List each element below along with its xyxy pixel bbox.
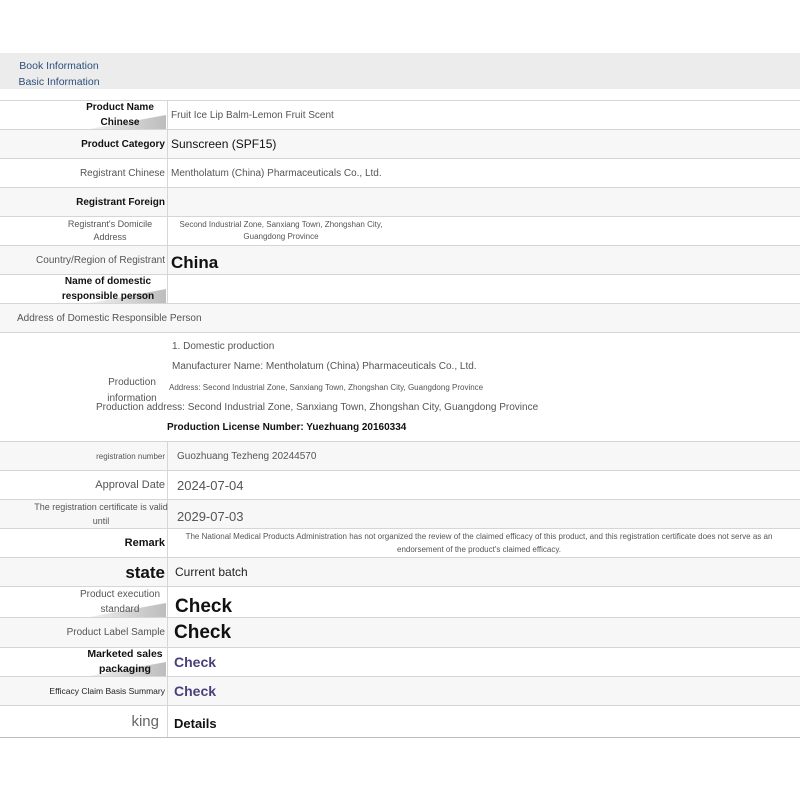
value-cell: 2024-07-04 xyxy=(177,471,794,499)
value-product-name: Fruit Ice Lip Balm-Lemon Fruit Scent xyxy=(171,109,334,121)
row-execution-standard: Product execution standard Check xyxy=(0,587,800,618)
row-domestic-address: Address of Domestic Responsible Person xyxy=(0,304,800,333)
label-cell: Product Name Chinese xyxy=(0,101,168,129)
value-cell: Current batch xyxy=(175,558,794,586)
value-cell: 2029-07-03 xyxy=(177,500,794,528)
label-state: state xyxy=(125,562,165,582)
production-line-5: Production License Number: Yuezhuang 201… xyxy=(167,422,407,433)
value-product-category: Sunscreen (SPF15) xyxy=(171,137,277,151)
label-cell: Product execution standard xyxy=(0,587,168,617)
label-domestic-address: Address of Domestic Responsible Person xyxy=(17,312,202,324)
row-production: Production information 1. Domestic produ… xyxy=(0,333,800,442)
label-efficacy-summary: Efficacy Claim Basis Summary xyxy=(49,685,165,696)
row-registrant-foreign: Registrant Foreign xyxy=(0,188,800,217)
value-cell: Guozhuang Tezheng 20244570 xyxy=(177,442,794,470)
row-registration-number: registration number Guozhuang Tezheng 20… xyxy=(0,442,800,471)
row-registrant-domicile: Registrant's Domicile Address Second Ind… xyxy=(0,217,800,246)
info-table: Product Name Chinese Fruit Ice Lip Balm-… xyxy=(0,100,800,738)
value-cell: China xyxy=(171,246,794,274)
value-cell: Fruit Ice Lip Balm-Lemon Fruit Scent xyxy=(171,101,794,129)
value-registrant-domicile: Second Industrial Zone, Sanxiang Town, Z… xyxy=(179,220,383,241)
value-cell: Check xyxy=(174,618,794,647)
row-product-name: Product Name Chinese Fruit Ice Lip Balm-… xyxy=(0,101,800,130)
label-product-name: Product Name Chinese xyxy=(86,102,154,128)
value-cell: Second Industrial Zone, Sanxiang Town, Z… xyxy=(171,217,391,245)
label-cell: king xyxy=(0,706,168,737)
label-approval-date: Approval Date xyxy=(95,478,165,491)
row-label-sample: Product Label Sample Check xyxy=(0,618,800,648)
details-link[interactable]: Details xyxy=(174,716,217,731)
label-registrant-domicile: Registrant's Domicile Address xyxy=(67,219,153,242)
label-cell: Registrant's Domicile Address xyxy=(0,217,168,245)
row-product-category: Product Category Sunscreen (SPF15) xyxy=(0,130,800,159)
row-valid-until: The registration certificate is valid un… xyxy=(0,500,800,529)
row-king: king Details xyxy=(0,706,800,738)
label-cell: Marketed sales packaging xyxy=(0,648,168,676)
link-efficacy-summary[interactable]: Check xyxy=(174,683,216,699)
label-cell: Registrant Chinese xyxy=(0,159,168,187)
value-valid-until: 2029-07-03 xyxy=(177,508,244,524)
label-cell: Address of Domestic Responsible Person xyxy=(0,304,202,332)
label-registrant-chinese: Registrant Chinese xyxy=(79,167,165,179)
row-country: Country/Region of Registrant China xyxy=(0,246,800,275)
value-registration-number: Guozhuang Tezheng 20244570 xyxy=(177,450,317,462)
label-cell: Name of domestic responsible person xyxy=(0,275,168,303)
value-remark: The National Medical Products Administra… xyxy=(185,532,773,554)
label-cell: Country/Region of Registrant xyxy=(0,246,168,274)
label-cell: Product Label Sample xyxy=(0,618,168,647)
label-label-sample: Product Label Sample xyxy=(66,627,165,638)
label-valid-until: The registration certificate is valid un… xyxy=(34,502,168,526)
link-sales-packaging[interactable]: Check xyxy=(174,654,216,670)
label-product-category: Product Category xyxy=(81,138,165,150)
production-info: Production information 1. Domestic produ… xyxy=(0,333,800,441)
label-country: Country/Region of Registrant xyxy=(36,254,165,266)
label-king: king xyxy=(131,713,159,730)
production-line-2: Manufacturer Name: Mentholatum (China) P… xyxy=(172,361,477,372)
section-title: Book Information Basic Information xyxy=(18,60,100,88)
production-line-1: 1. Domestic production xyxy=(172,341,275,352)
value-cell: Details xyxy=(174,706,794,737)
value-state: Current batch xyxy=(175,565,248,579)
label-sales-packaging: Marketed sales packaging xyxy=(87,648,163,675)
label-cell: Efficacy Claim Basis Summary xyxy=(0,677,168,705)
row-state: state Current batch xyxy=(0,558,800,587)
row-sales-packaging: Marketed sales packaging Check xyxy=(0,648,800,677)
value-approval-date: 2024-07-04 xyxy=(177,477,244,493)
check-execution-standard[interactable]: Check xyxy=(175,596,232,618)
label-cell: registration number xyxy=(0,442,168,470)
value-cell xyxy=(171,275,794,303)
value-cell: Check xyxy=(175,587,794,617)
value-registrant-chinese: Mentholatum (China) Pharmaceuticals Co.,… xyxy=(171,167,382,179)
value-cell: Mentholatum (China) Pharmaceuticals Co.,… xyxy=(171,159,794,187)
row-efficacy-summary: Efficacy Claim Basis Summary Check xyxy=(0,677,800,706)
value-cell: The National Medical Products Administra… xyxy=(180,529,778,557)
value-cell: Check xyxy=(174,648,794,676)
label-cell: state xyxy=(0,558,168,586)
row-domestic-person: Name of domestic responsible person xyxy=(0,275,800,304)
value-cell: Sunscreen (SPF15) xyxy=(171,130,794,158)
value-cell xyxy=(171,188,794,216)
check-label-sample[interactable]: Check xyxy=(174,622,231,644)
header-band xyxy=(0,53,800,89)
label-registration-number: registration number xyxy=(96,451,165,461)
label-cell: The registration certificate is valid un… xyxy=(0,500,168,528)
production-line-4: Production address: Second Industrial Zo… xyxy=(96,402,539,413)
value-cell: Check xyxy=(174,677,794,705)
label-registrant-foreign: Registrant Foreign xyxy=(76,196,165,208)
value-cell xyxy=(200,304,794,332)
label-cell: Remark xyxy=(0,529,168,557)
production-line-3: Address: Second Industrial Zone, Sanxian… xyxy=(169,383,484,392)
row-registrant-chinese: Registrant Chinese Mentholatum (China) P… xyxy=(0,159,800,188)
row-approval-date: Approval Date 2024-07-04 xyxy=(0,471,800,500)
label-execution-standard: Product execution standard xyxy=(79,589,161,615)
label-remark: Remark xyxy=(124,536,165,549)
row-remark: Remark The National Medical Products Adm… xyxy=(0,529,800,558)
label-cell: Product Category xyxy=(0,130,168,158)
value-country: China xyxy=(171,253,219,272)
label-cell: Approval Date xyxy=(0,471,168,499)
label-domestic-person: Name of domestic responsible person xyxy=(61,276,155,302)
label-cell: Registrant Foreign xyxy=(0,188,168,216)
